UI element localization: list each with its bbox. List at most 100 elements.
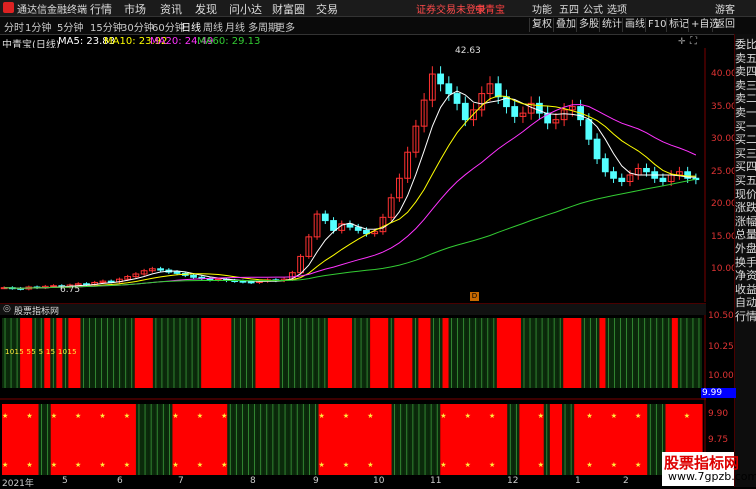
period-multi[interactable]: 多周期	[248, 19, 278, 34]
overlay-button[interactable]: 叠加	[553, 18, 578, 32]
indicator-red-bar	[598, 404, 606, 475]
indicator-red-bar	[385, 404, 393, 475]
side-panel-item[interactable]: 行情	[735, 308, 756, 324]
indicator-red-bar	[324, 404, 332, 475]
draw-line-button[interactable]: 画线	[622, 18, 647, 32]
candle-body	[643, 167, 650, 173]
indicator-red-bar	[14, 404, 21, 475]
price-axis-label: 40.00	[711, 69, 737, 80]
star-marker: ★	[2, 412, 8, 420]
ind-axis-990: 9.90	[708, 409, 729, 419]
pin-icon[interactable]: ✛	[678, 37, 686, 47]
star-marker: ★	[465, 412, 471, 420]
star-marker: ★	[611, 412, 617, 420]
indicator-red-bar	[470, 404, 478, 475]
low-price-label: 6.75	[60, 285, 81, 295]
indicator-red-bar	[355, 404, 362, 475]
menu-news[interactable]: 资讯	[160, 1, 182, 17]
indicator-red-bar	[519, 404, 527, 475]
candle-body	[494, 83, 502, 98]
candle-body	[190, 274, 197, 278]
indicator-red-bar	[599, 318, 607, 388]
candle-body	[461, 102, 469, 121]
indicator-red-bar	[641, 404, 648, 475]
indicator-red-bar	[225, 318, 232, 388]
candle-body	[330, 220, 337, 231]
indicator-red-bar	[201, 318, 208, 388]
indicator-red-bar	[8, 404, 15, 475]
indicator-red-bar	[574, 404, 581, 475]
period-monthly[interactable]: 月线	[225, 19, 245, 34]
star-marker: ★	[51, 461, 57, 469]
period-5min[interactable]: 5分钟	[57, 19, 83, 34]
menu-quotes[interactable]: 行情	[90, 1, 112, 17]
star-marker: ★	[611, 461, 617, 469]
indicator-red-bar	[622, 404, 630, 475]
indicator-red-bar	[81, 404, 88, 475]
period-minute[interactable]: 分时	[4, 19, 24, 34]
date-axis-label: 7	[178, 476, 184, 486]
stats-button[interactable]: 统计	[599, 18, 624, 32]
candle-body	[247, 281, 255, 284]
candlestick-chart[interactable]	[0, 48, 706, 302]
star-marker: ★	[75, 461, 81, 469]
indicator-red-bar	[213, 318, 220, 388]
app-name: 通达信金融终端	[17, 5, 87, 16]
indicator-red-bar	[373, 404, 380, 475]
indicator-red-bar	[376, 318, 383, 388]
period-15min[interactable]: 15分钟	[90, 19, 123, 34]
menu-trade[interactable]: 交易	[316, 1, 338, 17]
quote-side-panel: 委比 卖五 卖四 卖三 卖二 卖一 买一 买二 买三 买四 买五 现价 涨跌 涨幅 总量 外盘 换手 净资 收益 自动…	[734, 34, 756, 487]
menu-formula[interactable]: 公式	[583, 1, 603, 16]
period-weekly[interactable]: 周线	[203, 19, 223, 34]
indicator-red-bar	[569, 318, 576, 388]
indicator-red-bar	[508, 318, 516, 388]
adjust-button[interactable]: 复权	[529, 18, 554, 32]
f10-button[interactable]: F10	[645, 18, 668, 32]
period-1min[interactable]: 1分钟	[25, 19, 51, 34]
menu-ask[interactable]: 问小达	[229, 1, 262, 17]
indicator-red-bar	[495, 404, 502, 475]
stock-name-top: 中青宝	[475, 5, 505, 16]
menu-discover[interactable]: 发现	[195, 1, 217, 17]
menu-market[interactable]: 市场	[124, 1, 146, 17]
menu-wusi[interactable]: 五四	[559, 1, 579, 16]
indicator-red-bar	[261, 318, 269, 388]
candle-body	[659, 177, 667, 183]
period-30min[interactable]: 30分钟	[121, 19, 154, 34]
high-price-label: 42.63	[455, 46, 481, 56]
date-axis-label: 5	[62, 476, 68, 486]
expand-icon[interactable]: ⛶	[690, 36, 697, 47]
candle-body	[239, 280, 247, 283]
indicator-red-bar	[616, 404, 624, 475]
star-marker: ★	[489, 461, 495, 469]
date-axis-label: 2021年	[2, 479, 34, 489]
indicator-red-bar	[452, 404, 460, 475]
period-more[interactable]: 更多	[275, 19, 295, 34]
back-button[interactable]: 返回	[712, 18, 737, 32]
indicator-red-bar	[370, 318, 377, 388]
date-axis-label: 9	[313, 476, 319, 486]
price-axis-label: 25.00	[711, 166, 737, 177]
indicator-red-bar	[255, 318, 263, 388]
period-60min[interactable]: 60分钟	[152, 19, 185, 34]
period-daily[interactable]: 日线	[181, 19, 201, 34]
menu-options[interactable]: 选项	[607, 1, 627, 16]
indicator-red-bar	[496, 318, 504, 388]
star-marker: ★	[538, 412, 544, 420]
indicator-red-bar	[273, 318, 281, 388]
multi-stock-button[interactable]: 多股	[576, 18, 601, 32]
collapse-icon[interactable]: ◎	[3, 304, 11, 314]
star-marker: ★	[99, 412, 105, 420]
date-axis-label: 10	[373, 476, 385, 486]
star-marker: ★	[172, 412, 178, 420]
menu-function[interactable]: 功能	[532, 1, 552, 16]
date-axis-label: 2	[623, 476, 629, 486]
event-marker-icon[interactable]: D	[470, 292, 479, 301]
star-marker: ★	[319, 461, 325, 469]
menu-fortune[interactable]: 财富圈	[272, 1, 305, 17]
star-marker: ★	[367, 412, 373, 420]
guest-label[interactable]: 游客	[715, 1, 735, 16]
candle-body	[437, 73, 444, 85]
indicator-red-bar	[394, 318, 401, 388]
